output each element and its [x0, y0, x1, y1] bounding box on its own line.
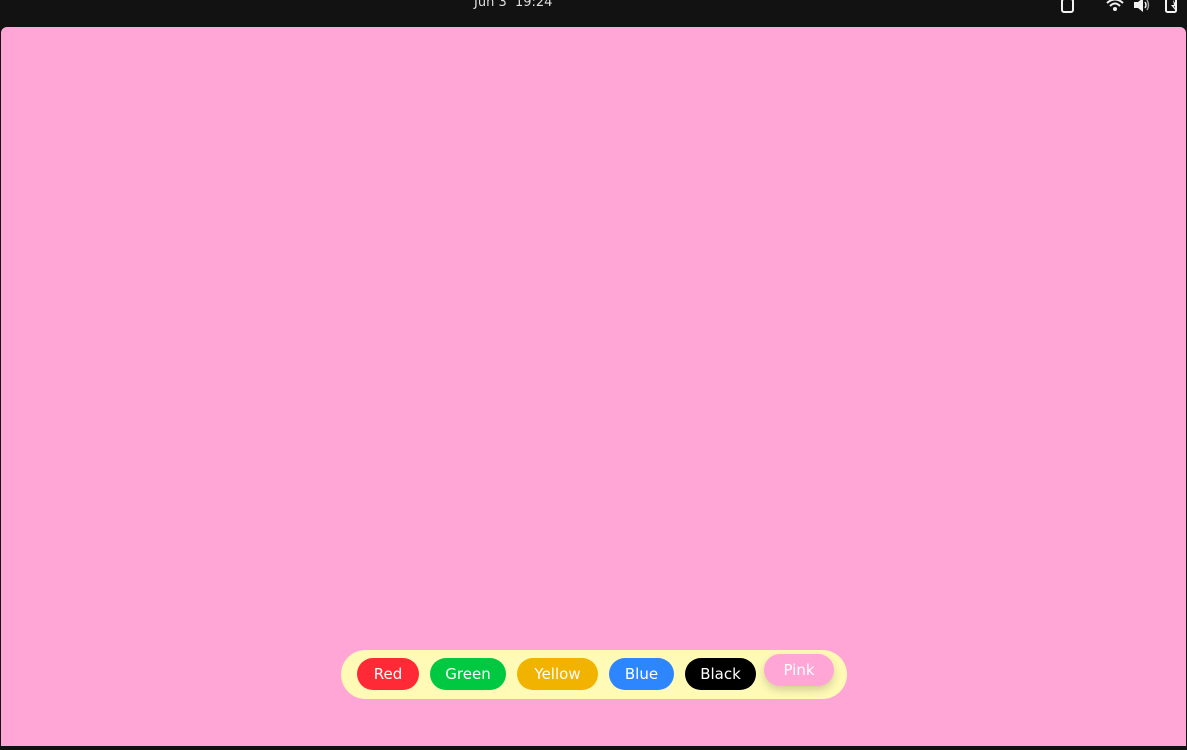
volume-icon[interactable] — [1133, 0, 1150, 13]
top-bar: Jun 3 19:24 — [0, 0, 1187, 26]
color-canvas: Red Green Yellow Blue Black Pink — [1, 27, 1186, 746]
black-button[interactable]: Black — [685, 658, 756, 690]
red-button[interactable]: Red — [357, 658, 419, 690]
clock[interactable]: Jun 3 19:24 — [474, 0, 552, 10]
clock-time: 19:24 — [514, 0, 553, 10]
battery-icon[interactable] — [1164, 0, 1180, 13]
clipboard-icon[interactable] — [1060, 0, 1076, 13]
bottom-edge — [0, 746, 1187, 750]
green-button[interactable]: Green — [430, 658, 506, 690]
pink-button[interactable]: Pink — [764, 654, 834, 686]
blue-button[interactable]: Blue — [609, 658, 674, 690]
clock-date: Jun 3 — [474, 0, 507, 10]
yellow-button[interactable]: Yellow — [517, 658, 598, 690]
wifi-icon[interactable] — [1106, 0, 1124, 13]
color-palette: Red Green Yellow Blue Black Pink — [341, 650, 847, 699]
